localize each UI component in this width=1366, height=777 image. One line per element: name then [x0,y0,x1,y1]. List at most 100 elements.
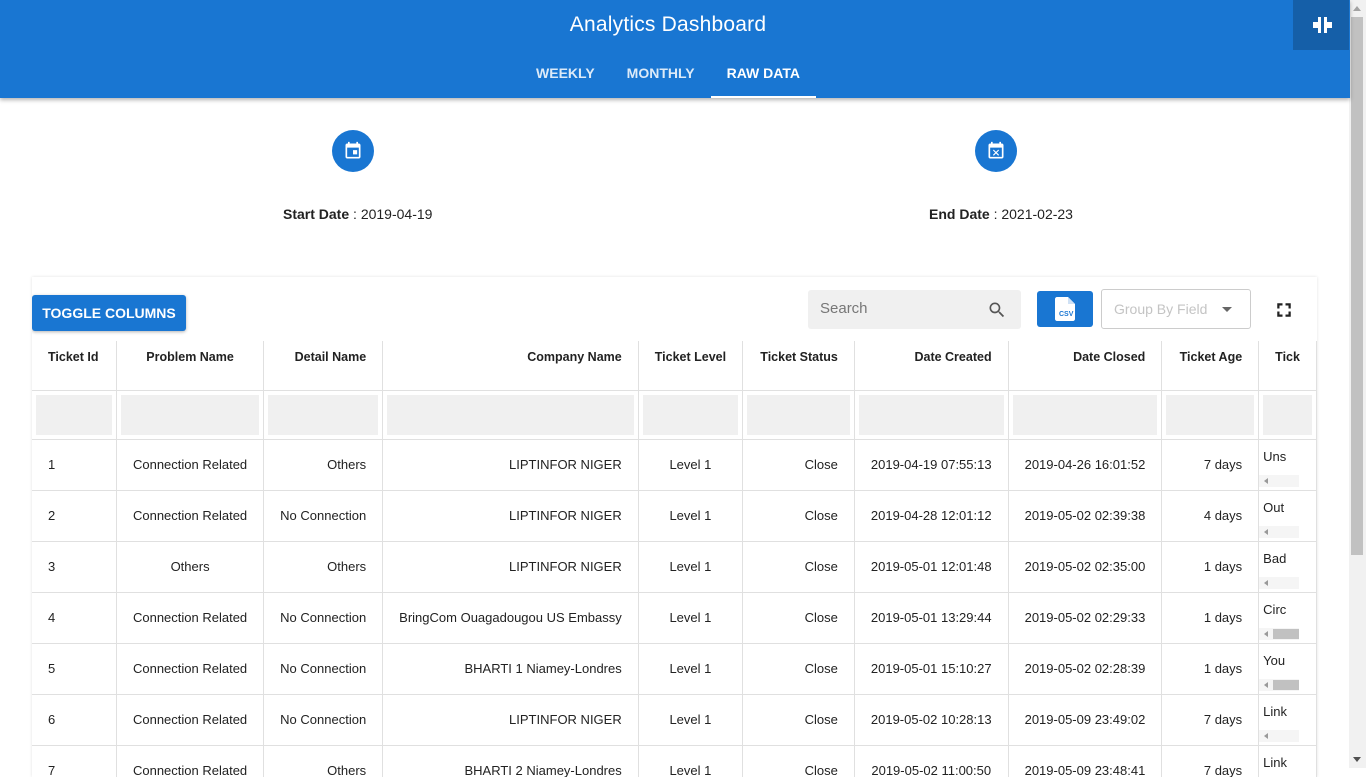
table-cell: 2019-05-01 13:29:44 [854,592,1009,644]
column-header[interactable]: Ticket Level [638,341,744,391]
table-row[interactable]: 1 Connection Related Others LIPTINFOR NIGER… [32,439,1317,491]
calendar-remove-icon [988,141,1004,159]
table-cell: 2019-05-09 23:49:02 [1008,694,1163,746]
tab-weekly[interactable]: WEEKLY [520,54,611,98]
table-cell: LIPTINFOR NIGER [382,541,639,593]
table-body: 1 Connection Related Others LIPTINFOR NIGER… [32,439,1317,777]
table-row[interactable]: 4 Connection Related No Connection BringCom… [32,592,1317,644]
group-by-placeholder: Group By Field [1114,301,1208,317]
table-cell: Close [742,490,855,542]
tab-monthly[interactable]: MONTHLY [611,54,711,98]
exit-fullscreen-button[interactable] [1293,0,1349,50]
table-cell: Connection Related [116,439,265,491]
search-icon[interactable] [987,300,1007,320]
end-date-picker-button[interactable] [975,130,1017,172]
table-cell: Others [263,541,384,593]
table-cell: Connection Related [116,592,265,644]
scroll-left-arrow-icon[interactable] [1264,579,1269,586]
column-header[interactable]: Ticket Status [742,341,855,391]
scroll-down-arrow-icon[interactable] [1353,757,1361,762]
column-filter-input[interactable] [268,394,379,435]
column-header[interactable]: Tick [1258,341,1317,391]
table-row[interactable]: 7 Connection Related Others BHARTI 2 Niamey… [32,745,1317,777]
export-csv-button[interactable]: CSV [1037,291,1093,327]
page-title: Analytics Dashboard [569,13,767,36]
table-cell-scrollable: Link [1258,694,1317,746]
raw-data-table: Ticket Id Problem Name Detail Name Compa… [32,341,1317,777]
table-cell: Close [742,439,855,491]
scroll-left-arrow-icon[interactable] [1264,681,1269,688]
group-by-select[interactable]: Group By Field [1101,289,1251,329]
table-cell-scrollable: Link [1258,745,1317,777]
cell-horizontal-scrollbar[interactable] [1259,678,1300,691]
cell-horizontal-scrollbar[interactable] [1259,729,1300,742]
column-filter-input[interactable] [642,394,739,435]
table-cell: 2019-05-02 02:39:38 [1008,490,1163,542]
column-header[interactable]: Company Name [382,341,639,391]
scroll-left-arrow-icon[interactable] [1264,528,1269,535]
search-input[interactable] [820,300,980,317]
scroll-left-arrow-icon[interactable] [1264,732,1269,739]
table-cell-scrollable: Circ [1258,592,1317,644]
column-header[interactable]: Problem Name [116,341,265,391]
table-cell: 2019-05-02 10:28:13 [854,694,1009,746]
scrollbar-thumb[interactable] [1273,679,1300,690]
table-cell: 7 days [1161,694,1260,746]
start-date-picker-button[interactable] [332,130,374,172]
column-header[interactable]: Ticket Age [1161,341,1260,391]
table-cell: Level 1 [638,745,744,777]
table-cell: LIPTINFOR NIGER [382,694,639,746]
column-filter-input[interactable] [1166,394,1255,435]
cell-horizontal-scrollbar[interactable] [1259,525,1300,538]
scrollbar-thumb[interactable] [1351,17,1363,555]
column-filter-input[interactable] [747,394,850,435]
fullscreen-icon[interactable] [1275,301,1293,319]
scroll-left-arrow-icon[interactable] [1264,630,1269,637]
scroll-up-arrow-icon[interactable] [1353,6,1361,11]
table-cell: Others [263,745,384,777]
table-row[interactable]: 2 Connection Related No Connection LIPTINFO… [32,490,1317,542]
table-cell: No Connection [263,592,384,644]
column-filter-input[interactable] [36,394,112,435]
table-cell: 7 days [1161,439,1260,491]
scrollbar-thumb[interactable] [1273,628,1300,639]
table-cell: 2019-05-02 02:29:33 [1008,592,1163,644]
cell-text: You [1263,652,1286,668]
column-filter-input[interactable] [120,394,260,435]
table-row[interactable]: 6 Connection Related No Connection LIPTINFO… [32,694,1317,746]
table-cell: Level 1 [638,439,744,491]
column-header[interactable]: Detail Name [263,341,384,391]
toggle-columns-button[interactable]: TOGGLE COLUMNS [32,295,186,331]
column-filter-input[interactable] [1012,394,1158,435]
table-cell: Level 1 [638,541,744,593]
column-header[interactable]: Date Closed [1008,341,1163,391]
table-cell: Connection Related [116,490,265,542]
scroll-left-arrow-icon[interactable] [1264,477,1269,484]
calendar-icon [345,141,361,159]
end-date-label: End Date : 2021-02-23 [929,206,1073,222]
table-cell-scrollable: Uns [1258,439,1317,491]
end-date-value: 2021-02-23 [1001,206,1073,222]
cell-horizontal-scrollbar[interactable] [1259,576,1300,589]
table-cell: 2019-05-02 02:28:39 [1008,643,1163,695]
column-header[interactable]: Date Created [854,341,1009,391]
table-cell: LIPTINFOR NIGER [382,490,639,542]
cell-text: Bad [1263,550,1287,566]
table-row[interactable]: 5 Connection Related No Connection BHARTI 1… [32,643,1317,695]
column-filter-input[interactable] [387,394,634,435]
fullscreen-exit-icon [1313,17,1332,33]
cell-horizontal-scrollbar[interactable] [1259,627,1300,640]
tab-raw-data[interactable]: RAW DATA [710,54,817,98]
table-cell: 2019-05-01 15:10:27 [854,643,1009,695]
column-filter-input[interactable] [858,394,1004,435]
table-cell: Connection Related [116,745,265,777]
cell-horizontal-scrollbar[interactable] [1259,474,1300,487]
table-cell: 5 [32,643,117,695]
start-date-label: Start Date : 2019-04-19 [283,206,433,222]
column-filter-input[interactable] [1263,394,1312,435]
page-scrollbar[interactable] [1349,0,1366,768]
table-cell: Level 1 [638,592,744,644]
column-header[interactable]: Ticket Id [32,341,117,391]
table-row[interactable]: 3 Others Others LIPTINFOR NIGER Level 1 Close… [32,541,1317,593]
table-cell: 3 [32,541,117,593]
